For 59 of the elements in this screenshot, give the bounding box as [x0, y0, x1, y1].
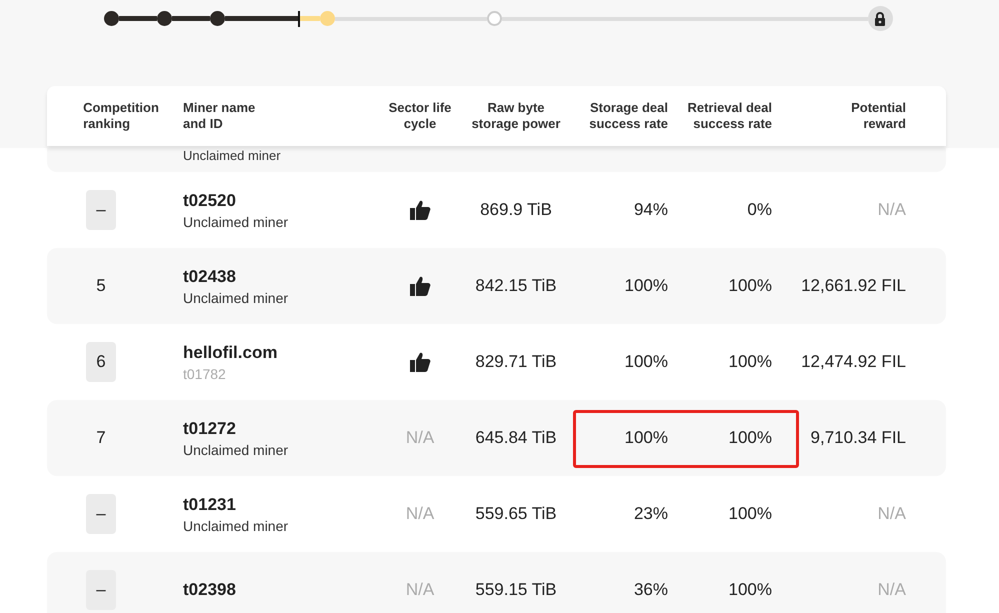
- table-cell: 12,474.92 FIL: [801, 352, 906, 372]
- rank-label: –: [96, 504, 106, 524]
- table-cell: 36%: [634, 580, 668, 600]
- table-cell: 9,710.34 FIL: [810, 428, 906, 448]
- table-cell: 100%: [624, 428, 668, 448]
- miner-subtitle: Unclaimed miner: [183, 290, 288, 306]
- miner-name[interactable]: t02398: [183, 580, 236, 600]
- column-header: Sector life cycle: [388, 100, 452, 132]
- miner-subtitle: Unclaimed miner: [183, 518, 288, 534]
- thumbs-up-icon: [409, 200, 431, 220]
- miner-name[interactable]: t02438: [183, 266, 236, 286]
- progress-segment: [300, 16, 320, 21]
- miner-name[interactable]: t01272: [183, 418, 236, 438]
- table-cell: N/A: [406, 504, 434, 524]
- table-cell: 12,661.92 FIL: [801, 276, 906, 296]
- rank-label: 7: [96, 428, 106, 448]
- column-header: Storage deal success rate: [588, 100, 668, 132]
- table-cell: 559.65 TiB: [475, 504, 557, 524]
- miner-subtitle: t01782: [183, 366, 226, 382]
- column-header: Raw byte storage power: [470, 100, 562, 132]
- table-cell: 842.15 TiB: [475, 276, 557, 296]
- table-cell: 559.15 TiB: [475, 580, 557, 600]
- table-cell: N/A: [878, 200, 906, 220]
- thumbs-up-icon: [409, 352, 431, 372]
- miner-name[interactable]: t02520: [183, 190, 236, 210]
- table-cell: 23%: [634, 504, 668, 524]
- miner-subtitle: Unclaimed miner: [183, 442, 288, 458]
- table-cell: N/A: [406, 580, 434, 600]
- miner-name[interactable]: hellofil.com: [183, 342, 278, 362]
- column-header: Retrieval deal success rate: [686, 100, 772, 132]
- table-cell: 100%: [728, 504, 772, 524]
- progress-tick: [298, 10, 300, 26]
- miner-subtitle: Unclaimed miner: [183, 148, 281, 163]
- column-header: Potential reward: [850, 100, 906, 132]
- table-cell: 829.71 TiB: [475, 352, 557, 372]
- table-cell: 100%: [624, 352, 668, 372]
- progress-segment: [119, 16, 157, 21]
- rank-label: 6: [96, 352, 106, 372]
- miner-name[interactable]: t01231: [183, 494, 236, 514]
- column-header: Miner name and ID: [183, 100, 256, 132]
- thumbs-up-icon: [409, 276, 431, 296]
- table-cell: 100%: [728, 580, 772, 600]
- rank-label: –: [96, 580, 106, 600]
- rank-label: –: [96, 200, 106, 220]
- table-cell: 100%: [728, 276, 772, 296]
- table-cell: 869.9 TiB: [480, 200, 552, 220]
- table-cell: N/A: [878, 504, 906, 524]
- table-cell: 100%: [624, 276, 668, 296]
- table-cell: N/A: [878, 580, 906, 600]
- progress-segment: [172, 16, 210, 21]
- table-cell: N/A: [406, 428, 434, 448]
- table-cell: 0%: [747, 200, 772, 220]
- miner-subtitle: Unclaimed miner: [183, 214, 288, 230]
- column-header: Competition ranking: [83, 100, 159, 132]
- table-cell: 100%: [728, 428, 772, 448]
- table-cell: 100%: [728, 352, 772, 372]
- table-cell: 645.84 TiB: [475, 428, 557, 448]
- table-cell: 94%: [634, 200, 668, 220]
- rank-label: 5: [96, 276, 106, 296]
